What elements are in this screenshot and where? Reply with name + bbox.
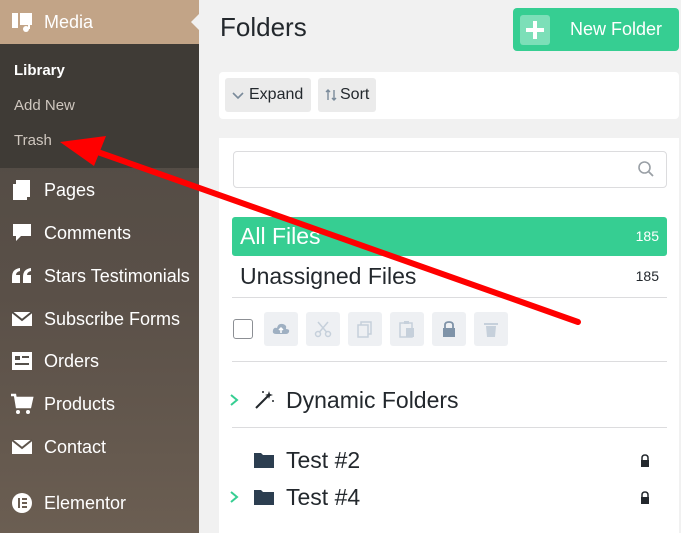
search-icon[interactable] — [637, 160, 655, 178]
folder-search-input[interactable] — [233, 151, 667, 188]
page-title: Folders — [220, 12, 307, 42]
chevron-down-icon — [231, 88, 245, 102]
unassigned-files-count: 185 — [635, 268, 659, 284]
sort-label: Sort — [340, 86, 370, 103]
lock-icon — [443, 321, 455, 337]
elementor-icon — [10, 491, 34, 515]
folder-label: Dynamic Folders — [286, 387, 459, 413]
envelope-icon — [10, 307, 34, 331]
chevron-right-icon[interactable] — [227, 489, 241, 505]
tree-item-test-2[interactable]: Test #2 — [219, 444, 679, 476]
sidebar-item-media[interactable]: Media — [0, 0, 199, 44]
lock-icon — [639, 491, 651, 504]
divider — [232, 361, 667, 362]
delete-button[interactable] — [474, 312, 508, 346]
cart-icon — [10, 392, 34, 416]
paste-icon — [399, 321, 414, 338]
new-folder-label: New Folder — [570, 19, 663, 39]
sidebar-item-label: Products — [44, 394, 116, 414]
envelope-icon — [10, 435, 34, 459]
copy-icon — [357, 321, 372, 338]
plus-icon — [520, 15, 550, 45]
lock-icon — [639, 454, 651, 467]
tree-item-dynamic-folders[interactable]: Dynamic Folders — [219, 384, 679, 416]
quote-icon — [10, 264, 34, 288]
folder-toolbar: Expand Sort — [219, 72, 679, 119]
divider — [232, 427, 667, 428]
sort-button[interactable]: Sort — [318, 78, 376, 112]
chevron-right-icon[interactable] — [227, 392, 241, 408]
sidebar-item-label: Media — [44, 12, 94, 32]
magic-wand-icon — [253, 390, 275, 410]
pages-icon — [10, 178, 34, 202]
sidebar-item-label: Comments — [44, 223, 132, 243]
unassigned-files-item[interactable]: Unassigned Files 185 — [232, 258, 667, 296]
submenu-item-library[interactable]: Library — [14, 61, 65, 81]
media-submenu: Library Add New Trash — [0, 44, 199, 168]
scissors-icon — [314, 321, 332, 338]
select-all-checkbox[interactable] — [233, 319, 253, 339]
folder-icon — [253, 450, 275, 470]
tree-item-test-4[interactable]: Test #4 — [219, 481, 679, 513]
all-files-item[interactable]: All Files 185 — [232, 217, 667, 256]
folder-icon — [253, 487, 275, 507]
divider — [232, 297, 667, 298]
folder-label: Test #4 — [286, 484, 361, 510]
trash-icon — [484, 323, 498, 337]
lock-button[interactable] — [432, 312, 466, 346]
comments-icon — [10, 221, 34, 245]
upload-cloud-button[interactable] — [264, 312, 298, 346]
current-menu-notch — [191, 14, 199, 30]
folder-panel: All Files 185 Unassigned Files 185 Dynam… — [219, 138, 679, 533]
cloud-upload-icon — [272, 323, 290, 334]
new-folder-button[interactable]: New Folder — [513, 8, 679, 51]
sidebar-item-label: Subscribe Forms — [44, 309, 181, 329]
admin-sidebar: Media Library Add New Trash Pages Commen… — [0, 0, 199, 533]
all-files-count: 185 — [635, 228, 659, 244]
submenu-item-add-new[interactable]: Add New — [14, 96, 75, 116]
sidebar-item-label: Pages — [44, 180, 96, 200]
sidebar-item-label: Orders — [44, 351, 100, 371]
orders-icon — [10, 349, 34, 373]
unassigned-files-label: Unassigned Files — [240, 263, 417, 289]
expand-label: Expand — [249, 86, 304, 103]
expand-button[interactable]: Expand — [225, 78, 311, 112]
paste-button[interactable] — [390, 312, 424, 346]
folder-label: Test #2 — [286, 447, 361, 473]
submenu-item-trash[interactable]: Trash — [14, 131, 52, 151]
sidebar-item-label: Contact — [44, 437, 107, 457]
sidebar-item-label: Elementor — [44, 493, 127, 513]
media-icon — [10, 10, 34, 34]
copy-button[interactable] — [348, 312, 382, 346]
all-files-label: All Files — [240, 223, 321, 249]
sidebar-item-label: Stars Testimonials — [44, 266, 190, 286]
sort-icon — [324, 88, 338, 102]
cut-button[interactable] — [306, 312, 340, 346]
